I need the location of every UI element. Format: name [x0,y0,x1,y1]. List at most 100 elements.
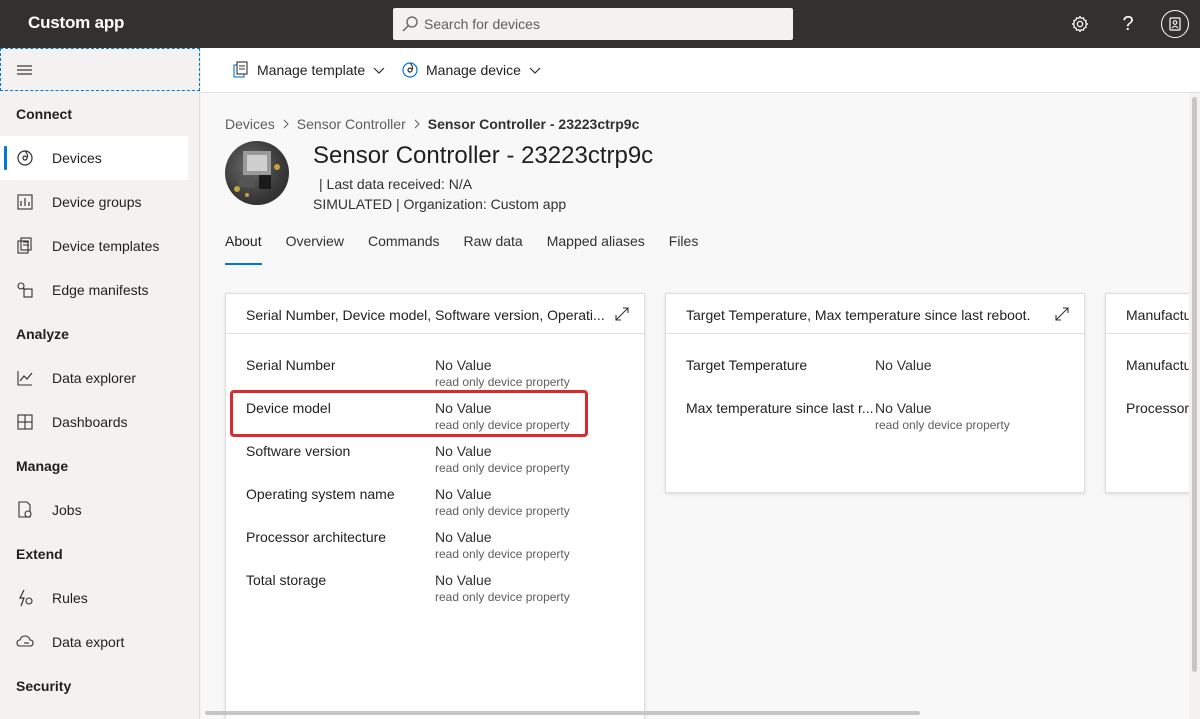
tab-files[interactable]: Files [669,233,699,265]
collapse-nav-button[interactable] [0,48,200,91]
dashboards-icon [17,414,33,430]
sidebar-section-connect: Connect [16,106,72,122]
app-title[interactable]: Custom app [28,13,124,33]
sidebar-item-edge-manifests[interactable]: Edge manifests [0,268,188,312]
sidebar-section-security: Security [16,678,72,694]
manage-device-button[interactable]: Manage device [401,48,541,92]
device-icon [402,62,418,78]
property-name: Manufactu [1126,357,1189,373]
sidebar-item-devices[interactable]: Devices [0,136,188,180]
property-note: read only device property [435,547,570,561]
sidebar-item-label: Dashboards [52,414,128,430]
sidebar-item-label: Device groups [52,194,142,210]
user-badge-icon [1169,17,1181,31]
property-name: Total storage [246,572,327,588]
template-icon [233,61,248,78]
property-note: read only device property [435,461,570,475]
card-title: Manufactu [1126,307,1189,323]
device-groups-icon [17,194,33,210]
property-name: Processor architecture [246,529,387,545]
property-value: No Value [875,400,932,416]
edge-manifests-icon [17,282,33,298]
breadcrumb-current: Sensor Controller - 23223ctrp9c [427,116,640,132]
command-bar: Manage template Manage device [201,48,1200,93]
property-card-manufacturer: Manufactu Manufactu Processor [1105,293,1189,493]
sidebar-item-data-explorer[interactable]: Data explorer [0,356,188,400]
rules-icon [19,589,33,607]
property-card-device-info: Serial Number, Device model, Software ve… [225,293,645,719]
horizontal-scrollbar[interactable] [205,711,920,715]
chevron-right-icon [414,119,420,129]
tab-raw-data[interactable]: Raw data [464,233,523,265]
property-note: read only device property [875,418,1010,432]
property-card-temperature: Target Temperature, Max temperature sinc… [665,293,1085,493]
tab-about[interactable]: About [225,233,262,265]
property-note: read only device property [435,504,570,518]
expand-icon[interactable] [614,306,630,322]
tab-commands[interactable]: Commands [368,233,440,265]
property-value: No Value [875,357,932,373]
property-name: Max temperature since last r... [686,400,874,416]
devices-icon [17,150,33,166]
sidebar-item-device-templates[interactable]: Device templates [0,224,188,268]
sidebar-section-manage: Manage [16,458,69,474]
tab-bar: About Overview Commands Raw data Mapped … [225,233,722,265]
card-header: Target Temperature, Max temperature sinc… [666,294,1084,334]
property-value: No Value [435,443,492,459]
sidebar-item-label: Devices [52,150,102,166]
search-icon [402,16,418,32]
device-templates-icon [17,237,32,254]
last-data-received: | Last data received: N/A [319,176,473,192]
manage-template-label: Manage template [257,62,366,78]
property-name: Serial Number [246,357,336,373]
tab-overview[interactable]: Overview [286,233,344,265]
sidebar-item-label: Rules [52,590,88,606]
data-explorer-icon [17,371,33,386]
chevron-right-icon [283,119,289,129]
circuit-board-icon [234,151,280,197]
breadcrumb-devices[interactable]: Devices [225,116,275,132]
help-icon: ? [1122,12,1134,35]
property-name: Operating system name [246,486,395,502]
sidebar-item-label: Device templates [52,238,160,254]
property-name: Target Temperature [686,357,808,373]
property-value: No Value [435,572,492,588]
property-value: No Value [435,529,492,545]
hamburger-icon [17,64,32,75]
data-export-icon [16,635,34,647]
jobs-icon [18,501,32,518]
sidebar-item-label: Data explorer [52,370,137,386]
sidebar-item-rules[interactable]: Rules [0,576,188,620]
card-title: Serial Number, Device model, Software ve… [246,307,605,323]
help-button[interactable]: ? [1116,12,1140,36]
property-name: Software version [246,443,351,459]
sidebar: Connect Devices Device groups Device tem… [0,48,200,719]
sidebar-item-data-export[interactable]: Data export [0,620,188,664]
sidebar-item-dashboards[interactable]: Dashboards [0,400,188,444]
sidebar-item-device-groups[interactable]: Device groups [0,180,188,224]
settings-button[interactable] [1068,12,1092,36]
top-bar: Custom app ? [0,0,1200,48]
chevron-down-icon [373,67,385,74]
manage-template-button[interactable]: Manage template [232,48,385,92]
sidebar-item-label: Data export [52,634,125,650]
chevron-down-icon [529,67,541,74]
property-note: read only device property [435,590,570,604]
account-avatar[interactable] [1161,10,1189,38]
highlight-box [230,390,588,437]
property-value: No Value [435,357,492,373]
property-value: No Value [435,486,492,502]
gear-icon [1071,15,1089,33]
search-input[interactable] [424,8,784,40]
sidebar-item-label: Edge manifests [52,282,149,298]
device-title: Sensor Controller - 23223ctrp9c [313,142,654,169]
property-name: Processor [1126,400,1189,416]
search-box[interactable] [393,8,793,40]
expand-icon[interactable] [1054,306,1070,322]
vertical-scrollbar[interactable] [1192,97,1197,672]
breadcrumb-template[interactable]: Sensor Controller [297,116,406,132]
breadcrumb: Devices Sensor Controller Sensor Control… [225,116,639,132]
card-header: Manufactu [1106,294,1189,334]
sidebar-item-jobs[interactable]: Jobs [0,488,188,532]
tab-mapped-aliases[interactable]: Mapped aliases [547,233,645,265]
